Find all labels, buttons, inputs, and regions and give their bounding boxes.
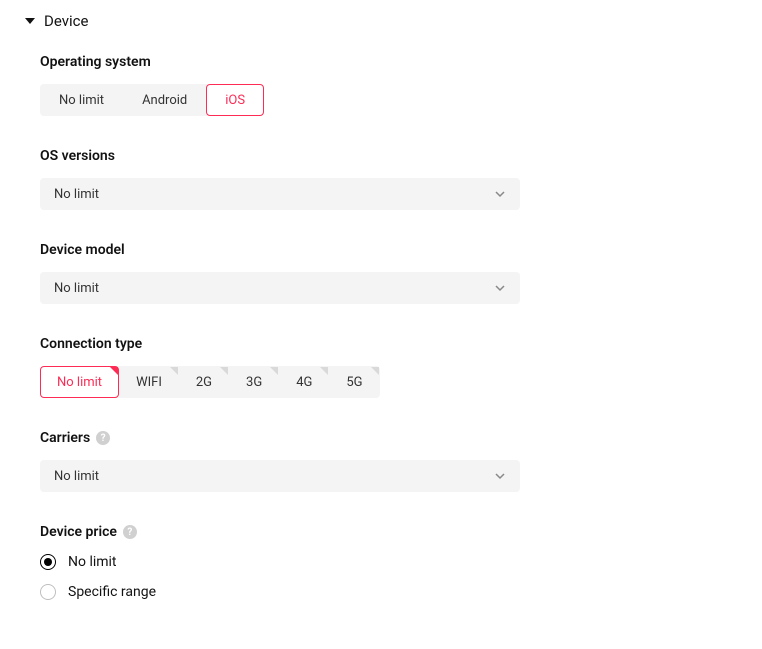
device-section-header[interactable]: Device (24, 12, 738, 30)
os-option-ios[interactable]: iOS (206, 84, 264, 116)
device-price-option-no-limit[interactable]: No limit (40, 554, 738, 570)
os-versions-select[interactable]: No limit (40, 178, 520, 210)
os-versions-group: OS versions No limit (40, 148, 738, 210)
device-price-group: Device price ? No limit Specific range (40, 524, 738, 600)
os-option-no-limit[interactable]: No limit (40, 84, 123, 116)
carriers-value: No limit (54, 469, 99, 484)
connection-type-group: Connection type No limit WIFI 2G 3G 4G 5… (40, 336, 738, 398)
chevron-down-icon (494, 470, 506, 482)
device-price-label-text: Device price (40, 524, 117, 540)
carriers-label-text: Carriers (40, 430, 90, 446)
device-model-value: No limit (54, 281, 99, 296)
device-price-radio-group: No limit Specific range (40, 554, 738, 600)
carriers-label: Carriers ? (40, 430, 738, 446)
radio-label: No limit (68, 554, 117, 570)
connection-option-wifi[interactable]: WIFI (119, 366, 179, 398)
carriers-select[interactable]: No limit (40, 460, 520, 492)
radio-icon (40, 584, 56, 600)
connection-type-label: Connection type (40, 336, 738, 352)
connection-type-segmented: No limit WIFI 2G 3G 4G 5G (40, 366, 380, 398)
device-model-group: Device model No limit (40, 242, 738, 304)
device-model-label: Device model (40, 242, 738, 258)
carriers-group: Carriers ? No limit (40, 430, 738, 492)
help-icon[interactable]: ? (96, 431, 110, 445)
operating-system-segmented: No limit Android iOS (40, 84, 264, 116)
section-title: Device (44, 12, 88, 30)
help-icon[interactable]: ? (123, 525, 137, 539)
device-price-option-specific-range[interactable]: Specific range (40, 584, 738, 600)
connection-option-2g[interactable]: 2G (179, 366, 229, 398)
operating-system-group: Operating system No limit Android iOS (40, 54, 738, 116)
os-versions-label: OS versions (40, 148, 738, 164)
radio-label: Specific range (68, 584, 156, 600)
connection-option-4g[interactable]: 4G (279, 366, 329, 398)
chevron-down-icon (494, 188, 506, 200)
connection-option-no-limit[interactable]: No limit (40, 366, 119, 398)
connection-option-3g[interactable]: 3G (229, 366, 279, 398)
device-price-label: Device price ? (40, 524, 738, 540)
connection-option-5g[interactable]: 5G (329, 366, 379, 398)
os-versions-value: No limit (54, 187, 99, 202)
operating-system-label: Operating system (40, 54, 738, 70)
radio-icon (40, 554, 56, 570)
caret-down-icon (24, 15, 36, 27)
device-model-select[interactable]: No limit (40, 272, 520, 304)
os-option-android[interactable]: Android (123, 84, 206, 116)
chevron-down-icon (494, 282, 506, 294)
